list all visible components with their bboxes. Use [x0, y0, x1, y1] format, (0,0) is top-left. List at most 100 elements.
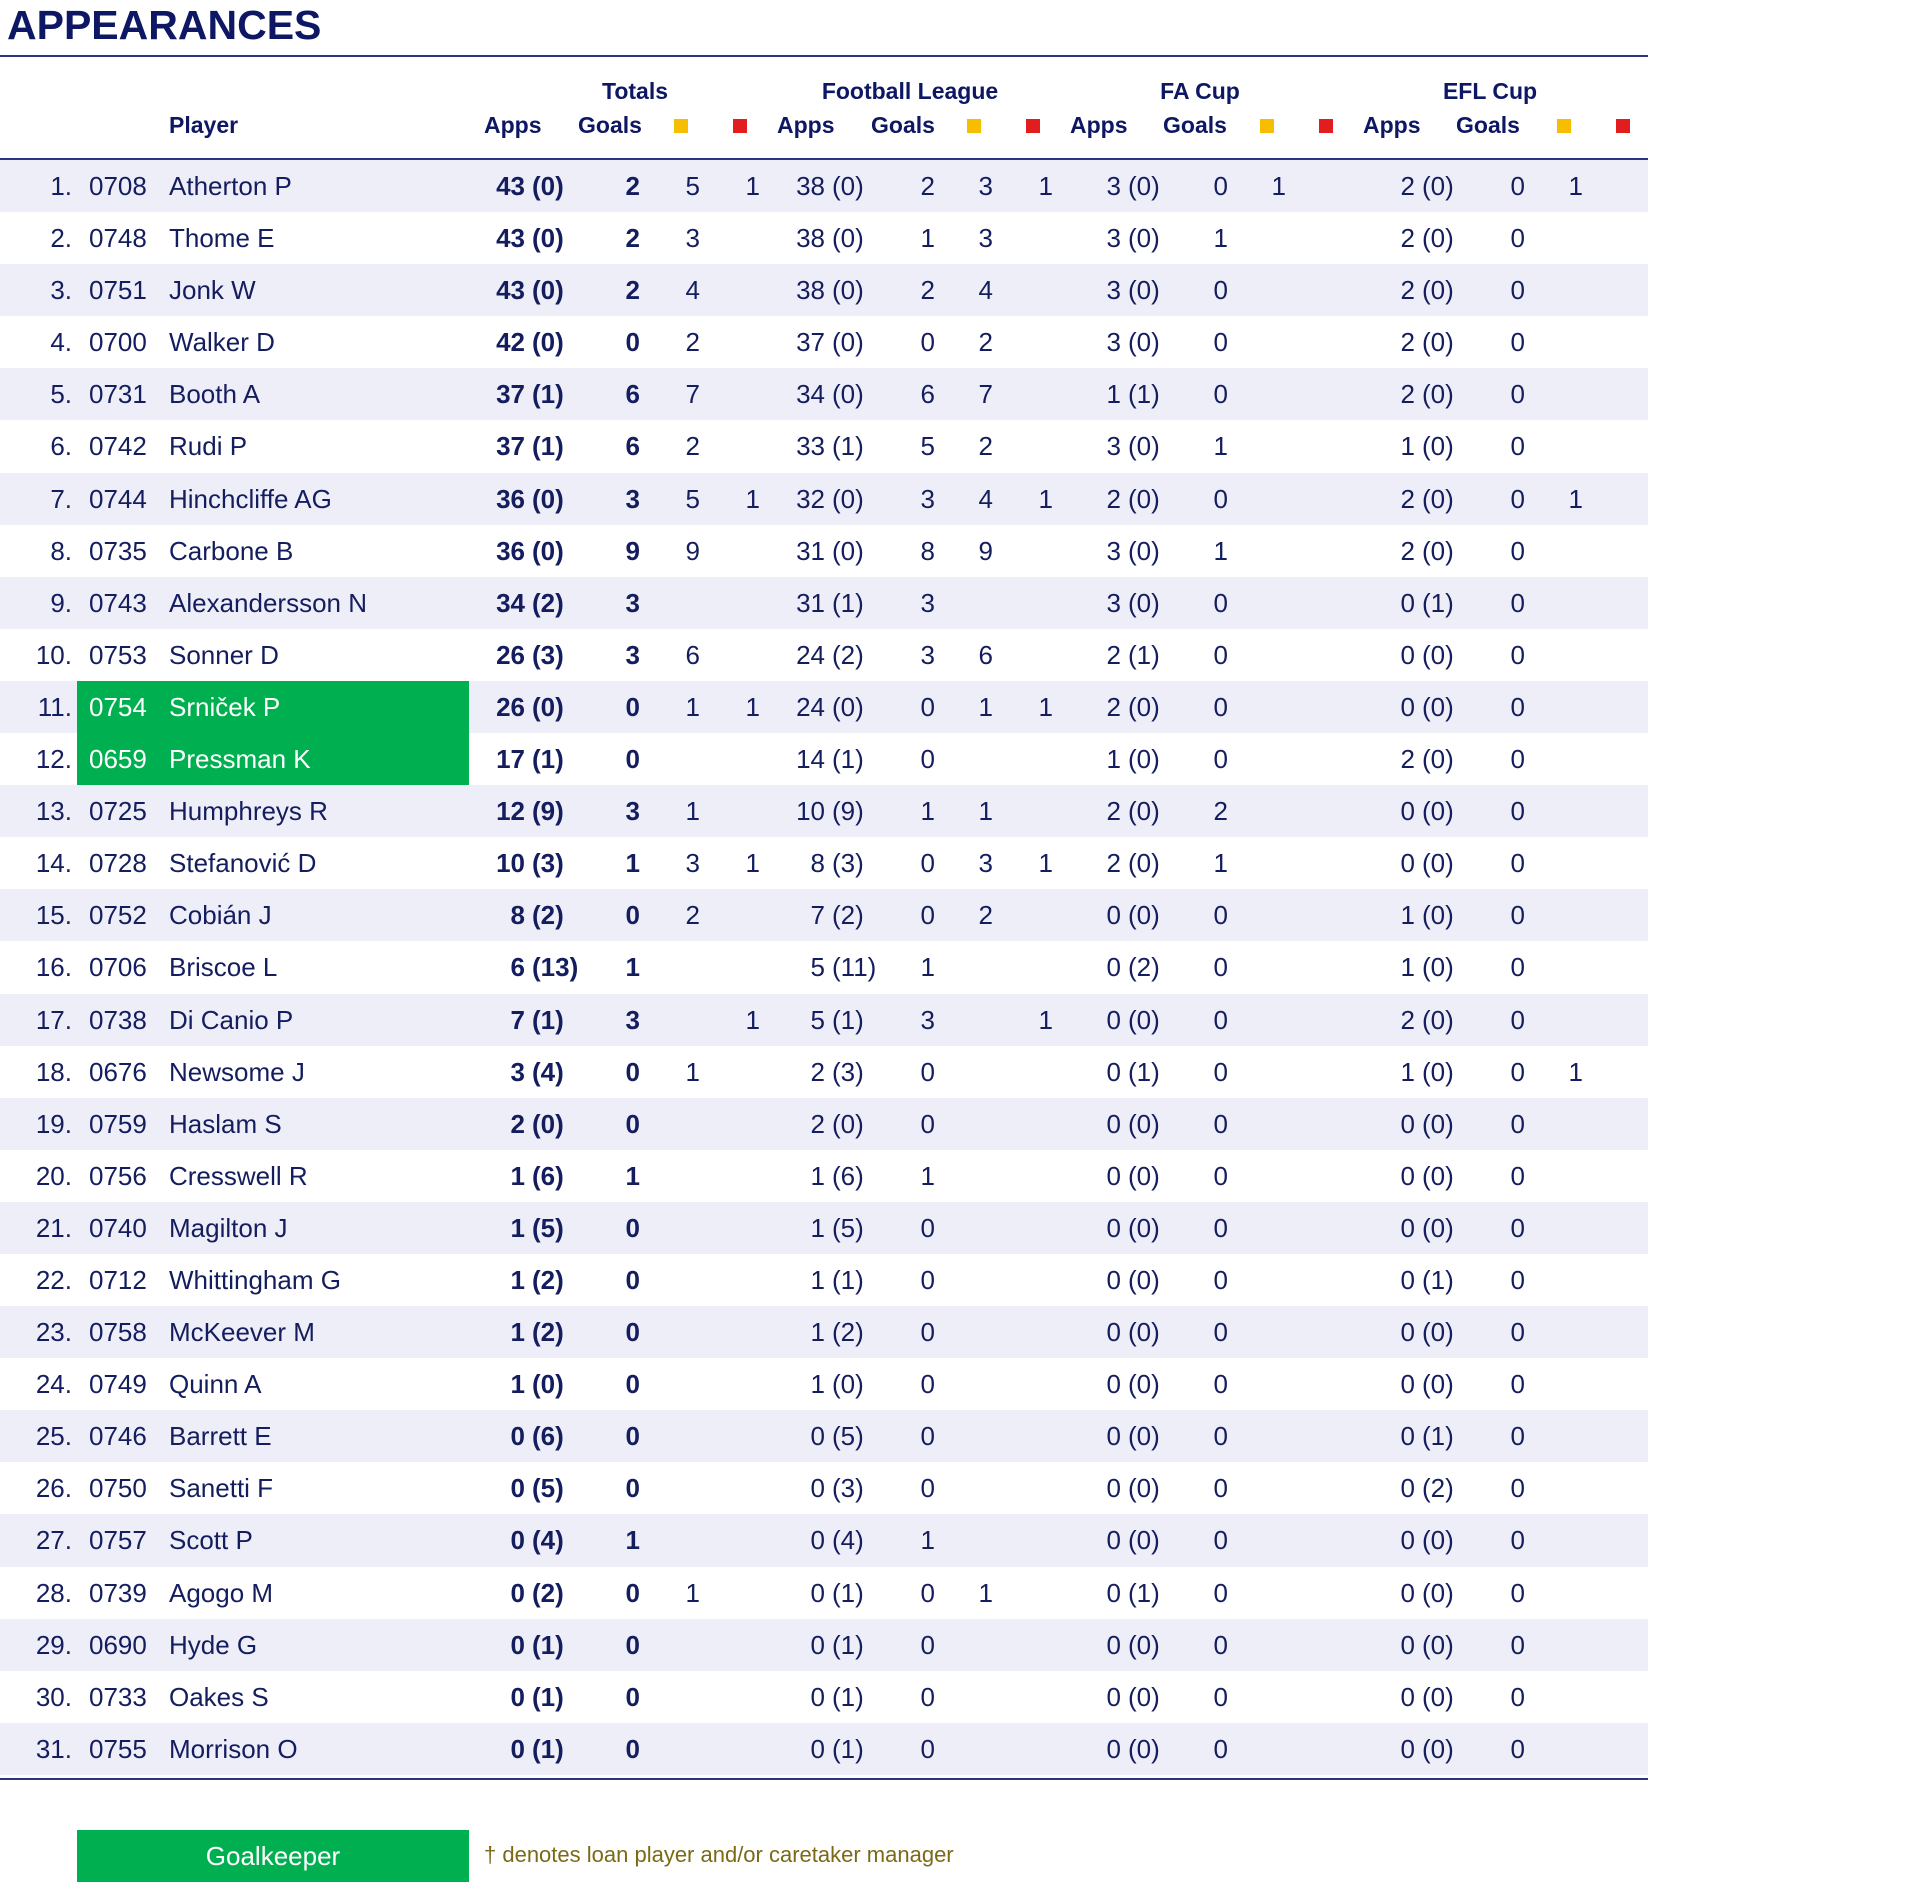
- red-card-icon: [1616, 119, 1630, 133]
- facup-apps-starts: 0: [1106, 1681, 1121, 1712]
- table-row: 4. 0700 Walker D 42 (0) 0 2 37 (0) 0 2 3 (0) 0 2 (0) 0: [0, 316, 1648, 368]
- totals-yellow: 7: [685, 379, 700, 410]
- facup-apps-subs: (0): [1128, 483, 1160, 514]
- facup-goals: 0: [1213, 1160, 1228, 1191]
- league-apps-subs: (1): [832, 1681, 864, 1712]
- player-name: McKeever M: [169, 1317, 315, 1348]
- facup-apps-subs: (0): [1128, 1160, 1160, 1191]
- facup-apps-subs: (0): [1128, 535, 1160, 566]
- row-number: 17.: [35, 1004, 72, 1035]
- facup-apps-subs: (0): [1128, 1317, 1160, 1348]
- table-row: 26. 0750 Sanetti F 0 (5) 0 0 (3) 0 0 (0) 0 0 (2) 0: [0, 1462, 1648, 1514]
- facup-apps-subs: (0): [1128, 848, 1160, 879]
- totals-apps-starts: 43: [496, 171, 525, 201]
- table-row: 29. 0690 Hyde G 0 (1) 0 0 (1) 0 0 (0) 0 0 (0) 0: [0, 1618, 1648, 1671]
- table-row: 14. 0728 Stefanović D 10 (3) 1 3 1 8 (3) 0 3 1 2 (0) 1 0…: [0, 837, 1648, 889]
- league-apps-starts: 14: [796, 744, 825, 775]
- row-number: 12.: [35, 744, 72, 775]
- totals-apps-starts: 10: [496, 848, 525, 879]
- row-number: 11.: [37, 691, 72, 722]
- league-apps-starts: 37: [796, 327, 825, 358]
- league-goals: 0: [920, 1473, 935, 1504]
- facup-apps-subs: (0): [1128, 327, 1160, 358]
- player-id: 0728: [89, 848, 147, 879]
- eflcup-apps-subs: (0): [1422, 1681, 1454, 1712]
- player-id: 0758: [89, 1317, 147, 1348]
- facup-goals: 0: [1213, 327, 1228, 358]
- facup-apps-starts: 3: [1106, 587, 1121, 618]
- eflcup-goals: 0: [1510, 1681, 1525, 1712]
- league-goals: 0: [920, 1577, 935, 1608]
- player-id: 0759: [89, 1108, 147, 1139]
- totals-goals: 0: [625, 1056, 640, 1087]
- totals-yellow: 5: [685, 483, 700, 514]
- eflcup-apps-subs: (0): [1422, 171, 1454, 201]
- totals-apps-starts: 36: [496, 483, 525, 514]
- row-number: 27.: [35, 1525, 72, 1556]
- totals-goals: 0: [625, 1369, 640, 1400]
- eflcup-apps-starts: 2: [1400, 535, 1415, 566]
- facup-goals: 0: [1213, 1421, 1228, 1452]
- totals-yellow: 2: [685, 900, 700, 931]
- totals-apps-starts: 37: [496, 431, 525, 462]
- facup-apps-starts: 0: [1106, 1264, 1121, 1295]
- eflcup-apps-starts: 2: [1400, 223, 1415, 254]
- facup-apps-starts: 0: [1106, 952, 1121, 983]
- totals-yellow: 1: [685, 691, 700, 722]
- totals-apps-subs: (1): [532, 1681, 564, 1712]
- eflcup-apps-subs: (0): [1422, 379, 1454, 410]
- totals-yellow: 2: [685, 431, 700, 462]
- totals-apps-starts: 34: [496, 587, 525, 618]
- player-name: Briscoe L: [169, 952, 278, 983]
- facup-goals: 0: [1213, 587, 1228, 618]
- eflcup-apps-subs: (0): [1422, 1577, 1454, 1608]
- eflcup-apps-starts: 0: [1400, 1421, 1415, 1452]
- totals-goals: 1: [625, 1160, 640, 1191]
- eflcup-apps-starts: 0: [1400, 1160, 1415, 1191]
- facup-yellow: 1: [1271, 171, 1286, 201]
- totals-goals: 0: [625, 1473, 640, 1504]
- facup-goals: 0: [1213, 1004, 1228, 1035]
- eflcup-apps-subs: (0): [1422, 1733, 1454, 1764]
- league-yellow: 2: [978, 900, 993, 931]
- player-id: 0676: [89, 1056, 147, 1087]
- eflcup-goals: 0: [1510, 1056, 1525, 1087]
- table-row: 27. 0757 Scott P 0 (4) 1 0 (4) 1 0 (0) 0 0 (0) 0: [0, 1514, 1648, 1567]
- table-row: 6. 0742 Rudi P 37 (1) 6 2 33 (1) 5 2 3 (0) 1 1 (0) 0: [0, 420, 1648, 472]
- totals-apps-subs: (0): [532, 1108, 564, 1139]
- red-card-icon: [1026, 119, 1040, 133]
- league-goals: 3: [920, 1004, 935, 1035]
- eflcup-apps-subs: (0): [1422, 848, 1454, 879]
- eflcup-apps-starts: 0: [1400, 639, 1415, 670]
- totals-goals: 0: [625, 900, 640, 931]
- totals-apps-starts: 36: [496, 535, 525, 566]
- eflcup-apps-starts: 0: [1400, 1473, 1415, 1504]
- eflcup-apps-subs: (0): [1422, 327, 1454, 358]
- player-id: 0744: [89, 483, 147, 514]
- eflcup-goals: 0: [1510, 1264, 1525, 1295]
- totals-goals: 0: [625, 327, 640, 358]
- eflcup-goals: 0: [1510, 744, 1525, 775]
- facup-apps-starts: 3: [1106, 171, 1121, 201]
- league-apps-subs: (1): [832, 1004, 864, 1035]
- league-apps-starts: 0: [810, 1733, 825, 1764]
- league-apps-subs: (0): [832, 691, 864, 722]
- eflcup-goals: 0: [1510, 1317, 1525, 1348]
- facup-apps-subs: (0): [1128, 223, 1160, 254]
- league-goals: 1: [920, 796, 935, 827]
- league-apps-starts: 0: [810, 1629, 825, 1660]
- totals-apps-subs: (1): [532, 1733, 564, 1764]
- league-apps-subs: (3): [832, 1473, 864, 1504]
- col-header-eflcup-apps: Apps: [1363, 112, 1421, 138]
- league-goals: 0: [920, 744, 935, 775]
- eflcup-goals: 0: [1510, 1577, 1525, 1608]
- league-apps-subs: (1): [832, 1733, 864, 1764]
- league-yellow: 1: [978, 691, 993, 722]
- totals-red: 1: [745, 1004, 760, 1035]
- totals-apps-starts: 2: [510, 1108, 525, 1139]
- table-row: 12. 0659 Pressman K 17 (1) 0 14 (1) 0 1 (0) 0 2 (0) 0: [0, 733, 1648, 786]
- facup-goals: 0: [1213, 1108, 1228, 1139]
- facup-goals: 2: [1213, 796, 1228, 827]
- goalkeeper-legend: Goalkeeper: [77, 1830, 469, 1882]
- league-apps-starts: 5: [810, 952, 825, 983]
